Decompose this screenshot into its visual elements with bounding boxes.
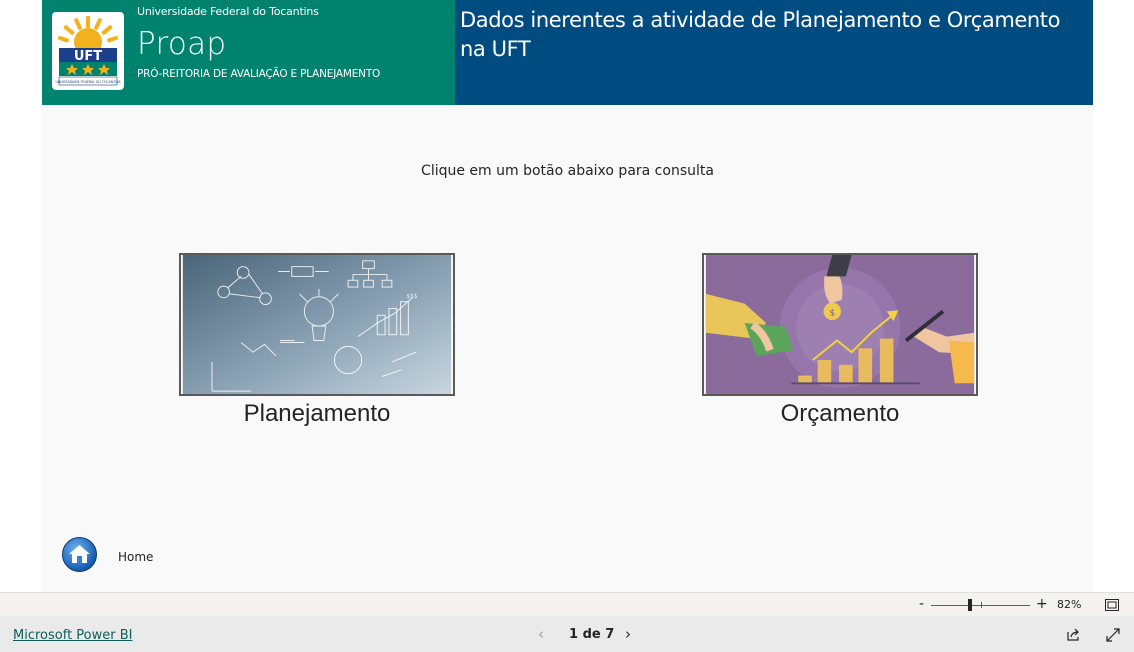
zoom-slider-thumb[interactable]: [968, 599, 972, 611]
planejamento-button[interactable]: $$$ Planejamento: [179, 253, 455, 428]
home-icon[interactable]: [62, 537, 97, 572]
powerbi-link[interactable]: Microsoft Power BI: [13, 628, 132, 643]
fit-to-page-icon[interactable]: [1105, 599, 1119, 611]
zoom-in-button[interactable]: +: [1036, 596, 1048, 612]
share-icon[interactable]: [1066, 627, 1081, 642]
svg-text:$: $: [829, 308, 835, 318]
budget-growth-image: $: [702, 253, 978, 396]
zoom-bar: - + 82%: [0, 592, 1134, 616]
header-brand-panel: UFT UNIVERSIDADE FEDERAL DO TOCANTINS Un…: [42, 0, 455, 105]
planejamento-label: Planejamento: [243, 400, 391, 427]
zoom-out-button[interactable]: -: [919, 596, 924, 612]
zoom-slider-tick: [981, 602, 982, 608]
report-canvas: UFT UNIVERSIDADE FEDERAL DO TOCANTINS Un…: [42, 0, 1093, 592]
app-name: Proap: [137, 26, 227, 62]
logo-caption: UNIVERSIDADE FEDERAL DO TOCANTINS: [56, 80, 121, 84]
fullscreen-icon[interactable]: [1106, 628, 1120, 642]
university-name: Universidade Federal do Tocantins: [137, 5, 319, 18]
chevron-right-icon[interactable]: ›: [625, 625, 639, 643]
header-title-panel: Dados inerentes a atividade de Planejame…: [455, 0, 1093, 105]
zoom-level: 82%: [1057, 598, 1082, 611]
logo-text: UFT: [74, 49, 102, 64]
planning-sketch-image: $$$: [179, 253, 455, 396]
orcamento-label: Orçamento: [780, 400, 900, 427]
svg-text:$$$: $$$: [406, 294, 417, 300]
status-bar: Microsoft Power BI ‹ 1 de 7 ›: [0, 616, 1134, 652]
app-subtitle: PRÓ-REITORIA DE AVALIAÇÃO E PLANEJAMENTO: [137, 68, 381, 80]
home-label: Home: [118, 550, 154, 564]
orcamento-button[interactable]: $ Orçamento: [702, 253, 978, 428]
uft-logo: UFT UNIVERSIDADE FEDERAL DO TOCANTINS: [52, 12, 124, 90]
page-indicator: 1 de 7: [569, 627, 615, 642]
chevron-left-icon[interactable]: ‹: [538, 625, 552, 643]
instruction-text: Clique em um botão abaixo para consulta: [421, 163, 714, 179]
report-title: Dados inerentes a atividade de Planejame…: [460, 8, 1061, 61]
